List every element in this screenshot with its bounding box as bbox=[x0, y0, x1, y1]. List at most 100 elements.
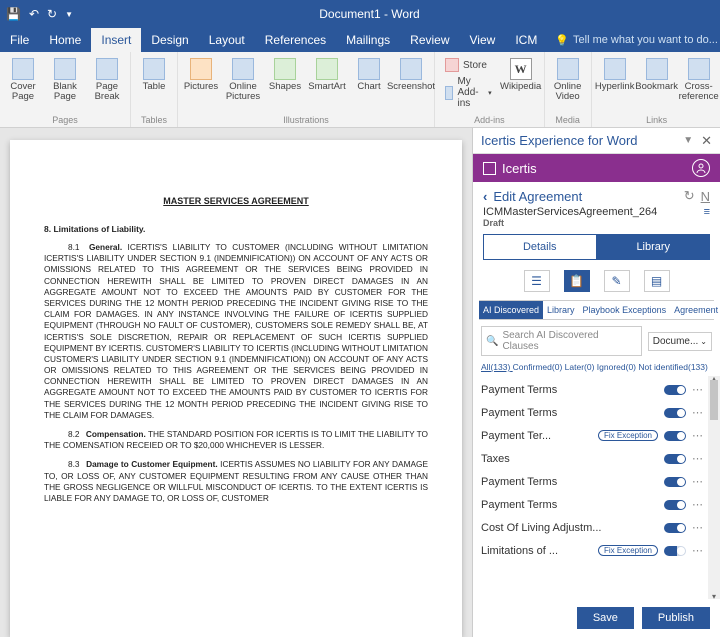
close-icon[interactable]: ✕ bbox=[701, 133, 712, 149]
settings-icon[interactable]: N bbox=[701, 189, 710, 204]
list-item[interactable]: Payment Ter...Fix Exception⋯ bbox=[481, 424, 718, 447]
redo-icon[interactable]: ↻ bbox=[47, 7, 57, 21]
toggle[interactable] bbox=[664, 546, 686, 556]
lightbulb-icon: 💡 bbox=[555, 34, 569, 47]
publish-button[interactable]: Publish bbox=[642, 607, 710, 629]
list-item[interactable]: Limitations of ...Fix Exception⋯ bbox=[481, 539, 718, 562]
user-avatar-icon[interactable] bbox=[692, 159, 710, 177]
list-item[interactable]: Payment Terms⋯ bbox=[481, 401, 718, 424]
view-list-icon[interactable]: ☰ bbox=[524, 270, 550, 292]
filter-later[interactable]: Later(0) bbox=[565, 362, 597, 372]
list-item[interactable]: Cost Of Living Adjustm...⋯ bbox=[481, 516, 718, 539]
seg-library[interactable]: Library bbox=[597, 234, 711, 260]
tab-mailings[interactable]: Mailings bbox=[336, 28, 400, 52]
brand-bar: Icertis bbox=[473, 154, 720, 182]
scrollbar[interactable]: ▴▾ bbox=[708, 376, 720, 599]
filter-ignored[interactable]: Ignored(0) bbox=[597, 362, 639, 372]
store-button[interactable]: Store bbox=[443, 57, 494, 73]
expand-icon[interactable]: ≡ bbox=[704, 206, 710, 218]
toggle[interactable] bbox=[664, 385, 686, 395]
more-icon[interactable]: ⋯ bbox=[692, 521, 704, 534]
more-icon[interactable]: ⋯ bbox=[692, 498, 704, 511]
scroll-thumb[interactable] bbox=[710, 380, 718, 420]
tab-references[interactable]: References bbox=[255, 28, 336, 52]
more-icon[interactable]: ⋯ bbox=[692, 475, 704, 488]
page-break-button[interactable]: Page Break bbox=[88, 54, 126, 113]
toggle[interactable] bbox=[664, 523, 686, 533]
ribbon: Cover Page Blank Page Page Break Pages T… bbox=[0, 52, 720, 128]
hyperlink-button[interactable]: Hyperlink bbox=[596, 54, 634, 113]
section-heading: 8. Limitations of Liability. bbox=[44, 224, 428, 234]
my-addins-button[interactable]: My Add-ins▾ bbox=[443, 75, 494, 110]
history-icon[interactable]: ↻ bbox=[684, 188, 695, 204]
tab-view[interactable]: View bbox=[460, 28, 506, 52]
tab-file[interactable]: File bbox=[0, 28, 39, 52]
clause-list: Payment Terms⋯ Payment Terms⋯ Payment Te… bbox=[473, 376, 720, 599]
save-button[interactable]: Save bbox=[577, 607, 634, 629]
fix-exception-badge[interactable]: Fix Exception bbox=[598, 430, 658, 441]
scope-select[interactable]: Docume...⌄ bbox=[648, 332, 712, 351]
document-area[interactable]: MASTER SERVICES AGREEMENT 8. Limitations… bbox=[0, 128, 472, 637]
tell-me-search[interactable]: 💡 Tell me what you want to do... bbox=[555, 34, 718, 47]
subtab-playbook[interactable]: Playbook Exceptions bbox=[579, 301, 671, 319]
tab-design[interactable]: Design bbox=[141, 28, 198, 52]
tab-insert[interactable]: Insert bbox=[91, 28, 141, 52]
smartart-button[interactable]: SmartArt bbox=[308, 54, 346, 113]
tab-icm[interactable]: ICM bbox=[505, 28, 547, 52]
seg-details[interactable]: Details bbox=[483, 234, 597, 260]
view-doc-icon[interactable]: ▤ bbox=[644, 270, 670, 292]
toggle[interactable] bbox=[664, 500, 686, 510]
tab-layout[interactable]: Layout bbox=[199, 28, 255, 52]
list-item[interactable]: Payment Terms⋯ bbox=[481, 470, 718, 493]
toggle[interactable] bbox=[664, 477, 686, 487]
toggle[interactable] bbox=[664, 431, 686, 441]
qat-dropdown-icon[interactable]: ▼ bbox=[65, 10, 73, 19]
filter-row: All(133) Confirmed(0) Later(0) Ignored(0… bbox=[473, 362, 720, 376]
para-8-3: 8.3 Damage to Customer Equipment. ICERTI… bbox=[44, 459, 428, 504]
more-icon[interactable]: ⋯ bbox=[692, 406, 704, 419]
scroll-down-icon[interactable]: ▾ bbox=[708, 592, 720, 599]
para-8-2: 8.2 Compensation. THE STANDARD POSITION … bbox=[44, 429, 428, 451]
screenshot-button[interactable]: Screenshot bbox=[392, 54, 430, 113]
table-button[interactable]: Table bbox=[135, 54, 173, 113]
chart-button[interactable]: Chart bbox=[350, 54, 388, 113]
back-icon[interactable]: ‹ bbox=[483, 189, 487, 204]
tab-review[interactable]: Review bbox=[400, 28, 459, 52]
more-icon[interactable]: ⋯ bbox=[692, 452, 704, 465]
list-item[interactable]: Payment Terms⋯ bbox=[481, 378, 718, 401]
list-item[interactable]: Taxes⋯ bbox=[481, 447, 718, 470]
pictures-button[interactable]: Pictures bbox=[182, 54, 220, 113]
undo-icon[interactable]: ↶ bbox=[29, 7, 39, 21]
pane-title: Icertis Experience for Word bbox=[481, 133, 638, 148]
filter-confirmed[interactable]: Confirmed(0) bbox=[513, 362, 565, 372]
cover-page-button[interactable]: Cover Page bbox=[4, 54, 42, 113]
toggle[interactable] bbox=[664, 408, 686, 418]
subtab-agreement[interactable]: Agreement bbox=[670, 301, 720, 319]
pane-menu-icon[interactable]: ▼ bbox=[683, 135, 693, 146]
search-input[interactable]: 🔍Search AI Discovered Clauses bbox=[481, 326, 642, 356]
shapes-button[interactable]: Shapes bbox=[266, 54, 304, 113]
toggle[interactable] bbox=[664, 454, 686, 464]
cross-reference-button[interactable]: Cross-reference bbox=[680, 54, 718, 113]
view-clipboard-icon[interactable]: 📋 bbox=[564, 270, 590, 292]
bookmark-button[interactable]: Bookmark bbox=[638, 54, 676, 113]
save-icon[interactable]: 💾 bbox=[6, 7, 21, 21]
tab-home[interactable]: Home bbox=[39, 28, 91, 52]
view-edit-icon[interactable]: ✎ bbox=[604, 270, 630, 292]
online-video-button[interactable]: Online Video bbox=[549, 54, 587, 113]
more-icon[interactable]: ⋯ bbox=[692, 429, 704, 442]
filter-notid[interactable]: Not identified(133) bbox=[638, 362, 707, 372]
subtab-library[interactable]: Library bbox=[543, 301, 579, 319]
ribbon-tabs: File Home Insert Design Layout Reference… bbox=[0, 28, 720, 52]
more-icon[interactable]: ⋯ bbox=[692, 383, 704, 396]
subtab-ai[interactable]: AI Discovered bbox=[479, 301, 543, 319]
filter-all[interactable]: All(133) bbox=[481, 362, 513, 372]
fix-exception-badge[interactable]: Fix Exception bbox=[598, 545, 658, 556]
list-item[interactable]: Payment Terms⋯ bbox=[481, 493, 718, 516]
online-pictures-button[interactable]: Online Pictures bbox=[224, 54, 262, 113]
document-page[interactable]: MASTER SERVICES AGREEMENT 8. Limitations… bbox=[10, 140, 462, 637]
breadcrumb[interactable]: Edit Agreement bbox=[493, 189, 582, 204]
wikipedia-button[interactable]: WWikipedia bbox=[502, 54, 540, 113]
blank-page-button[interactable]: Blank Page bbox=[46, 54, 84, 113]
more-icon[interactable]: ⋯ bbox=[692, 544, 704, 557]
